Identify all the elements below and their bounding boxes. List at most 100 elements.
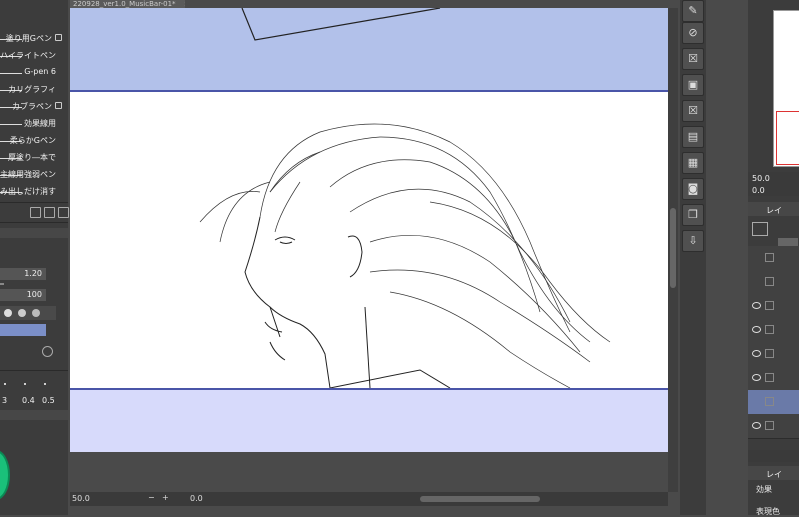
- copy-icon[interactable]: ❐: [682, 204, 704, 226]
- lock-icon[interactable]: [765, 397, 774, 406]
- color-bar[interactable]: [0, 324, 46, 336]
- lock-icon[interactable]: [765, 253, 774, 262]
- gutter: [706, 0, 748, 515]
- brush-item[interactable]: はみ出しだけ消す: [0, 183, 62, 200]
- edit-icon[interactable]: ✎: [682, 0, 704, 22]
- color-wheel[interactable]: [0, 450, 10, 500]
- zoom-out-button[interactable]: −: [148, 493, 155, 502]
- layer-row[interactable]: [748, 414, 799, 439]
- zoom-in-button[interactable]: +: [162, 493, 169, 502]
- settings-icon[interactable]: [42, 346, 53, 357]
- layer-property-label: レイ: [766, 470, 782, 479]
- document-title: 220928_ver1.0_MusicBar-01*: [73, 0, 176, 8]
- brush-label: 主線用強弱ペン: [0, 170, 56, 179]
- new-brush-icon[interactable]: [30, 207, 41, 218]
- lock-icon[interactable]: [765, 421, 774, 430]
- divider: [0, 202, 68, 203]
- fill-icon[interactable]: ▣: [682, 74, 704, 96]
- brush-item[interactable]: ハイライトペン: [0, 47, 62, 64]
- color-label: 表現色: [756, 507, 780, 516]
- slider-fill: [0, 283, 4, 285]
- layer-row[interactable]: [748, 342, 799, 367]
- lock-icon[interactable]: [765, 277, 774, 286]
- brush-tip-row[interactable]: [0, 306, 56, 320]
- new-layer-icon[interactable]: [778, 238, 798, 246]
- lock-icon[interactable]: [765, 373, 774, 382]
- layer-icon[interactable]: ▤: [682, 126, 704, 148]
- layer-row[interactable]: [748, 318, 799, 343]
- navigator-thumbnail[interactable]: [773, 10, 799, 167]
- vertical-scrollbar[interactable]: [668, 8, 678, 492]
- brush-size-slider[interactable]: 1.20: [0, 268, 46, 280]
- size-preset[interactable]: 0.4: [22, 396, 35, 405]
- eye-icon[interactable]: [752, 302, 761, 309]
- brush-item[interactable]: 主線用強弱ペン: [0, 166, 62, 183]
- layer-property-tab[interactable]: レイ: [748, 466, 799, 480]
- tip-icon: [18, 309, 26, 317]
- zoom-value[interactable]: 50.0: [72, 494, 90, 503]
- layer-row-selected[interactable]: [748, 390, 799, 415]
- brush-label: 効果線用: [24, 119, 56, 128]
- brush-item[interactable]: 塗り用Gペン: [0, 30, 62, 47]
- delete-icon[interactable]: ☒: [682, 100, 704, 122]
- size-preset[interactable]: 3: [2, 396, 7, 405]
- trash-icon[interactable]: [58, 207, 69, 218]
- brush-item[interactable]: G-pen 6: [0, 64, 62, 81]
- navigator-zoom[interactable]: 50.0: [752, 174, 770, 183]
- brush-item[interactable]: 柔らかGペン: [0, 132, 62, 149]
- horizontal-scroll-thumb[interactable]: [420, 496, 540, 502]
- brush-item[interactable]: カブラペン: [0, 98, 62, 115]
- brush-stroke-preview: [0, 73, 22, 74]
- layer-panel-tab[interactable]: レイ: [748, 202, 799, 216]
- clear-icon[interactable]: ☒: [682, 48, 704, 70]
- layer-row[interactable]: [748, 366, 799, 391]
- panel-band-bottom: [70, 388, 668, 452]
- effect-label: 効果: [756, 485, 772, 494]
- eye-icon[interactable]: [752, 350, 761, 357]
- tool-property-header: [0, 228, 68, 238]
- brush-item[interactable]: カリグラフィ: [0, 81, 62, 98]
- lock-icon: [55, 34, 62, 41]
- brush-label: 厚塗り―本で: [8, 153, 56, 162]
- layer-mode-select[interactable]: [752, 222, 768, 236]
- document-tab[interactable]: 220928_ver1.0_MusicBar-01* ×: [70, 0, 185, 8]
- angle-value[interactable]: 0.0: [190, 494, 203, 503]
- cancel-icon[interactable]: ⊘: [682, 22, 704, 44]
- layer-row[interactable]: [748, 270, 799, 295]
- navigator-viewport[interactable]: [776, 111, 799, 165]
- close-icon[interactable]: ×: [184, 0, 185, 8]
- divider: [0, 370, 68, 371]
- opacity-slider[interactable]: 100: [0, 289, 46, 301]
- brush-label: 柔らかGペン: [9, 136, 56, 145]
- brush-label: G-pen 6: [24, 67, 56, 76]
- brush-label: カリグラフィ: [8, 85, 56, 94]
- brush-label: カブラペン: [12, 102, 52, 111]
- grid-icon[interactable]: ▦: [682, 152, 704, 174]
- status-bar: 50.0 − + 0.0: [70, 492, 668, 506]
- panel-band-top: [70, 7, 668, 92]
- tip-icon: [32, 309, 40, 317]
- copy-icon[interactable]: [44, 207, 55, 218]
- lock-icon: [55, 102, 62, 109]
- lock-icon[interactable]: [765, 349, 774, 358]
- layer-row[interactable]: [748, 246, 799, 271]
- size-preset[interactable]: 0.5: [42, 396, 55, 405]
- lock-icon[interactable]: [765, 301, 774, 310]
- eye-icon[interactable]: [752, 374, 761, 381]
- color-panel-header: [0, 410, 68, 420]
- export-icon[interactable]: ⇩: [682, 230, 704, 252]
- divider: [0, 222, 68, 223]
- brush-item[interactable]: 厚塗り―本で: [0, 149, 62, 166]
- character-sketch: [199, 123, 611, 388]
- eye-icon[interactable]: [752, 326, 761, 333]
- preset-dot: [44, 383, 46, 385]
- brush-item[interactable]: 効果線用: [0, 115, 62, 132]
- navigator-angle[interactable]: 0.0: [752, 186, 765, 195]
- scroll-thumb[interactable]: [670, 208, 676, 288]
- lock-icon[interactable]: [765, 325, 774, 334]
- layer-row[interactable]: [748, 294, 799, 319]
- brush-label: はみ出しだけ消す: [0, 187, 56, 196]
- eye-icon[interactable]: [752, 422, 761, 429]
- layer-footer: [748, 450, 799, 462]
- camera-icon[interactable]: ◙: [682, 178, 704, 200]
